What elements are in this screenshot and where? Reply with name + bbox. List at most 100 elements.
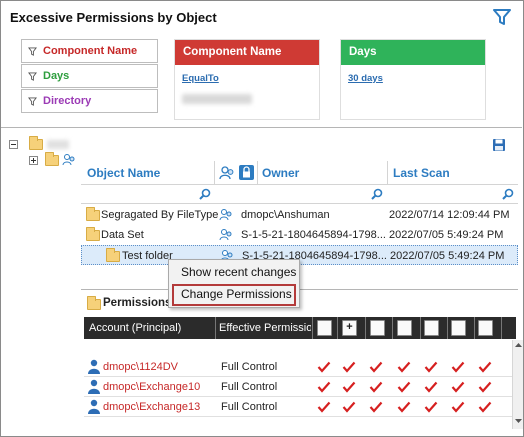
folder-icon[interactable] bbox=[29, 136, 43, 150]
filter-component-name[interactable]: Component Name bbox=[21, 39, 158, 63]
object-name: Segragated By FileType bbox=[101, 209, 219, 221]
permission-icon-modify bbox=[397, 320, 412, 336]
check-icon bbox=[317, 361, 331, 373]
owner: dmopc\Anshuman bbox=[241, 209, 330, 221]
check-icon bbox=[424, 401, 438, 413]
check-icon bbox=[342, 361, 356, 373]
check-icon bbox=[369, 381, 383, 393]
permission-icon-copy bbox=[478, 320, 493, 336]
check-icon bbox=[397, 381, 411, 393]
check-icon bbox=[478, 361, 492, 373]
check-icon bbox=[424, 361, 438, 373]
effective-permission: Full Control bbox=[221, 361, 278, 373]
users-icon bbox=[219, 229, 232, 241]
check-icon bbox=[342, 401, 356, 413]
check-icon bbox=[478, 401, 492, 413]
permission-icon-read bbox=[317, 320, 332, 336]
check-icon bbox=[451, 361, 465, 373]
column-object-name[interactable]: Object Name bbox=[87, 166, 160, 180]
card-days: Days 30 days bbox=[340, 39, 486, 120]
owner: S-1-5-21-1804645894-1798... bbox=[241, 229, 386, 241]
check-icon bbox=[342, 381, 356, 393]
object-name: Data Set bbox=[101, 229, 144, 241]
column-account[interactable]: Account (Principal) bbox=[89, 322, 214, 334]
scrollbar[interactable] bbox=[512, 340, 523, 429]
funnel-icon bbox=[28, 71, 37, 81]
folder-icon bbox=[86, 207, 100, 221]
permission-row[interactable]: dmopc\1124DV Full Control bbox=[84, 357, 512, 377]
filter-directory[interactable]: Directory bbox=[21, 89, 158, 113]
object-grid-header: Object Name Owner Last Scan bbox=[81, 161, 518, 185]
search-icon[interactable] bbox=[199, 188, 211, 200]
last-scan: 2022/07/14 12:09:44 PM bbox=[389, 209, 510, 221]
search-icon[interactable] bbox=[502, 188, 514, 200]
folder-icon bbox=[106, 248, 120, 262]
users-icon bbox=[219, 166, 234, 180]
context-menu: Show recent changes Change Permissions bbox=[168, 259, 300, 308]
object-name: Test folder bbox=[122, 250, 173, 262]
filter-label: Days bbox=[43, 70, 70, 82]
lock-icon bbox=[239, 165, 254, 180]
table-row[interactable]: Segragated By FileType dmopc\Anshuman 20… bbox=[81, 205, 518, 225]
column-last-scan[interactable]: Last Scan bbox=[393, 166, 450, 180]
menu-item-change-permissions[interactable]: Change Permissions bbox=[181, 287, 292, 301]
permission-icon-execute bbox=[424, 320, 439, 336]
effective-permission: Full Control bbox=[221, 381, 278, 393]
permission-icon-info bbox=[451, 320, 466, 336]
permission-row[interactable]: dmopc\Exchange10 Full Control bbox=[84, 377, 512, 397]
folder-icon bbox=[87, 296, 101, 310]
permission-icon-add: + bbox=[342, 320, 357, 336]
check-icon bbox=[424, 381, 438, 393]
users-icon bbox=[62, 154, 75, 166]
search-icon[interactable] bbox=[371, 188, 383, 200]
filter-label: Directory bbox=[43, 95, 92, 107]
funnel-icon bbox=[28, 96, 37, 106]
scroll-up-icon[interactable] bbox=[514, 342, 523, 348]
column-effective[interactable]: Effective Permissio bbox=[219, 322, 311, 334]
card-condition-link[interactable]: EqualTo bbox=[182, 73, 219, 84]
scroll-down-icon[interactable] bbox=[514, 418, 523, 424]
permissions-title: Permissions bbox=[103, 297, 172, 309]
check-icon bbox=[369, 361, 383, 373]
account-name: dmopc\Exchange10 bbox=[103, 381, 201, 393]
last-scan: 2022/07/05 5:49:24 PM bbox=[389, 229, 504, 241]
expand-icon[interactable] bbox=[29, 156, 39, 166]
check-icon bbox=[397, 401, 411, 413]
check-icon bbox=[317, 401, 331, 413]
folder-tree bbox=[1, 129, 81, 429]
filter-icon[interactable] bbox=[492, 8, 512, 26]
card-days-link[interactable]: 30 days bbox=[348, 73, 383, 84]
card-title: Days bbox=[341, 40, 485, 65]
check-icon bbox=[397, 361, 411, 373]
user-icon bbox=[88, 399, 100, 414]
permission-icon-folder bbox=[370, 320, 385, 336]
effective-permission: Full Control bbox=[221, 401, 278, 413]
filter-days[interactable]: Days bbox=[21, 64, 158, 88]
check-icon bbox=[451, 401, 465, 413]
permission-row[interactable]: dmopc\Exchange13 Full Control bbox=[84, 397, 512, 417]
check-icon bbox=[317, 381, 331, 393]
folder-icon bbox=[86, 227, 100, 241]
save-icon[interactable] bbox=[492, 138, 506, 152]
check-icon bbox=[478, 381, 492, 393]
collapse-icon[interactable] bbox=[9, 140, 19, 150]
account-name: dmopc\1124DV bbox=[103, 361, 179, 373]
filter-label: Component Name bbox=[43, 45, 138, 57]
page-title: Excessive Permissions by Object bbox=[10, 10, 217, 25]
check-icon bbox=[451, 381, 465, 393]
card-title: Component Name bbox=[175, 40, 319, 65]
redacted-root-label bbox=[47, 140, 69, 149]
user-icon bbox=[88, 359, 100, 374]
account-name: dmopc\Exchange13 bbox=[103, 401, 201, 413]
check-icon bbox=[369, 401, 383, 413]
folder-icon[interactable] bbox=[45, 152, 59, 166]
redacted-value bbox=[182, 94, 252, 104]
user-icon bbox=[88, 379, 100, 394]
users-icon bbox=[219, 209, 232, 221]
last-scan: 2022/07/05 5:49:24 PM bbox=[390, 250, 505, 262]
grid-search-row bbox=[81, 185, 518, 204]
column-owner[interactable]: Owner bbox=[262, 166, 299, 180]
permissions-header: Account (Principal) Effective Permissio … bbox=[84, 317, 516, 339]
table-row[interactable]: Data Set S-1-5-21-1804645894-1798... 202… bbox=[81, 225, 518, 245]
menu-item-show-recent-changes[interactable]: Show recent changes bbox=[181, 265, 296, 279]
